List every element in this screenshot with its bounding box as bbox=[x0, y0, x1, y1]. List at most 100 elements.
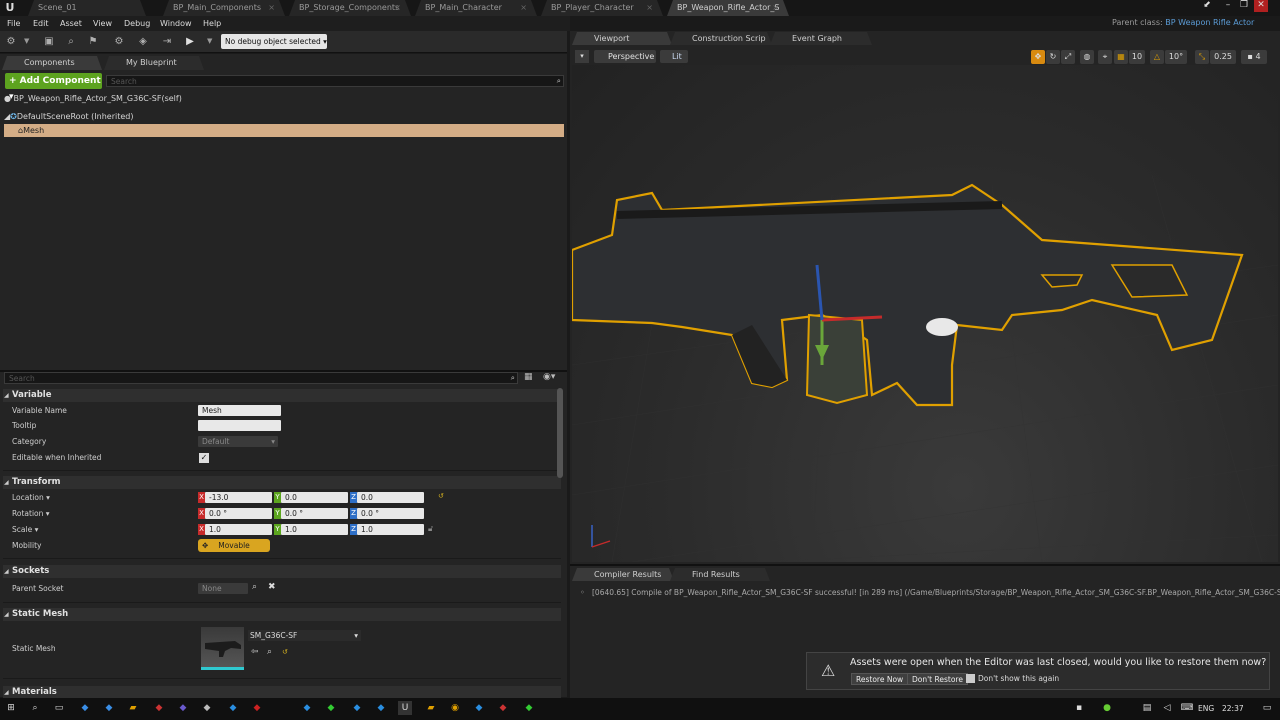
app-icon[interactable]: ◆ bbox=[374, 701, 388, 715]
location-x-input[interactable]: -13.0 bbox=[205, 492, 272, 503]
rotation-snap-value[interactable]: 10° bbox=[1165, 50, 1187, 64]
restore-now-button[interactable]: Restore Now bbox=[851, 673, 909, 685]
tray-icon[interactable]: ▪ bbox=[1072, 701, 1086, 715]
step-icon[interactable]: ⇥ bbox=[160, 35, 174, 49]
lit-button[interactable]: Lit bbox=[660, 50, 688, 63]
tab-weapon-rifle-actor[interactable]: BP_Weapon_Rifle_Actor_S × bbox=[667, 0, 789, 16]
close-window-icon[interactable]: ✕ bbox=[1254, 0, 1268, 12]
language-indicator[interactable]: ENG bbox=[1198, 698, 1214, 720]
app-icon[interactable]: ◆ bbox=[176, 701, 190, 715]
component-root-row[interactable]: ◢✪DefaultSceneRoot (Inherited) bbox=[4, 110, 564, 123]
tab-compiler-results[interactable]: Compiler Results bbox=[572, 568, 674, 581]
static-mesh-thumbnail[interactable] bbox=[201, 627, 244, 670]
keyboard-icon[interactable]: ⌨ bbox=[1180, 701, 1194, 715]
world-local-icon[interactable]: ◍ bbox=[1080, 50, 1094, 64]
close-icon[interactable]: × bbox=[646, 0, 653, 15]
tab-event-graph[interactable]: Event Graph bbox=[770, 32, 872, 45]
app-icon[interactable]: ◆ bbox=[102, 701, 116, 715]
scale-y-input[interactable]: 1.0 bbox=[281, 524, 348, 535]
translate-icon[interactable]: ✥ bbox=[1031, 50, 1045, 64]
volume-icon[interactable]: ◁ bbox=[1160, 701, 1174, 715]
app-icon[interactable]: ◆ bbox=[152, 701, 166, 715]
use-selected-icon[interactable]: ⇦ bbox=[251, 647, 259, 657]
scale-icon[interactable]: ⤢ bbox=[1061, 50, 1075, 64]
network-icon[interactable]: ▤ bbox=[1140, 701, 1154, 715]
close-icon[interactable]: × bbox=[394, 0, 401, 15]
eye-icon[interactable]: ◉▾ bbox=[543, 372, 563, 384]
app-icon[interactable]: ◆ bbox=[522, 701, 536, 715]
component-self-row[interactable]: ● BP_Weapon_Rifle_Actor_SM_G36C-SF(self) bbox=[4, 92, 564, 105]
parent-class-link[interactable]: BP Weapon Rifle Actor bbox=[1165, 18, 1254, 27]
location-z-input[interactable]: 0.0 bbox=[357, 492, 424, 503]
clear-icon[interactable]: ✖ bbox=[268, 582, 276, 592]
search-icon[interactable]: ⌕ bbox=[252, 582, 257, 592]
lock-icon[interactable]: 🔓︎ bbox=[428, 524, 433, 534]
perspective-button[interactable]: Perspective bbox=[594, 50, 656, 63]
editable-inherited-checkbox[interactable]: ✓ bbox=[199, 453, 209, 463]
close-icon[interactable]: × bbox=[520, 0, 527, 15]
surface-snap-icon[interactable]: ⌖ bbox=[1098, 50, 1112, 64]
rotation-y-input[interactable]: 0.0 ° bbox=[281, 508, 348, 519]
add-component-button[interactable]: + Add Component ▾ bbox=[5, 73, 102, 102]
simulate-icon[interactable]: ◈ bbox=[136, 35, 150, 49]
section-variable[interactable]: Variable bbox=[3, 389, 561, 402]
close-icon[interactable]: × bbox=[772, 0, 779, 15]
rotation-z-input[interactable]: 0.0 ° bbox=[357, 508, 424, 519]
reset-icon[interactable]: ↺ bbox=[282, 648, 288, 656]
app-icon[interactable]: ◆ bbox=[226, 701, 240, 715]
scale-z-input[interactable]: 1.0 bbox=[357, 524, 424, 535]
scale-label[interactable]: Scale ▾ bbox=[12, 524, 38, 536]
tray-icon[interactable]: ● bbox=[1100, 701, 1114, 715]
section-transform[interactable]: Transform bbox=[3, 476, 561, 489]
unreal-engine-icon[interactable]: U bbox=[398, 701, 412, 715]
close-icon[interactable]: × bbox=[268, 0, 275, 15]
reset-icon[interactable]: ↺ bbox=[438, 492, 444, 500]
menu-edit[interactable]: Edit bbox=[33, 16, 49, 31]
tab-scene[interactable]: Scene_01 bbox=[28, 0, 146, 16]
notifications-icon[interactable]: ▭ bbox=[1260, 701, 1274, 715]
folder-icon[interactable]: ▰ bbox=[424, 701, 438, 715]
parent-socket-input[interactable]: None bbox=[198, 583, 248, 594]
tab-components[interactable]: Components bbox=[2, 56, 102, 70]
tab-construction-script[interactable]: Construction Scrip bbox=[670, 32, 772, 45]
debug-object-select[interactable]: No debug object selected ▾ bbox=[221, 34, 327, 49]
find-icon[interactable]: ⌕ bbox=[64, 35, 78, 49]
browse-icon[interactable]: ⌕ bbox=[267, 647, 272, 657]
grid-view-icon[interactable]: ▦ bbox=[524, 372, 538, 384]
component-search-input[interactable]: Search ⌕ bbox=[106, 75, 564, 87]
rotation-x-input[interactable]: 0.0 ° bbox=[205, 508, 272, 519]
menu-asset[interactable]: Asset bbox=[60, 16, 82, 31]
section-sockets[interactable]: Sockets bbox=[3, 565, 561, 578]
menu-debug[interactable]: Debug bbox=[124, 16, 150, 31]
minimize-icon[interactable]: – bbox=[1221, 0, 1235, 12]
task-view-icon[interactable]: ▭ bbox=[52, 701, 66, 715]
tab-storage-components[interactable]: BP_Storage_Components × bbox=[289, 0, 411, 16]
folder-icon[interactable]: ▰ bbox=[126, 701, 140, 715]
windows-start-icon[interactable]: ⊞ bbox=[4, 701, 18, 715]
grid-snap-value[interactable]: 10 bbox=[1129, 50, 1145, 64]
scale-snap-value[interactable]: 0.25 bbox=[1210, 50, 1236, 64]
chevron-down-icon[interactable]: ▼ bbox=[24, 37, 29, 45]
category-select[interactable]: Default ▾ bbox=[198, 436, 278, 447]
camera-speed-button[interactable]: ▪ 4 bbox=[1241, 50, 1267, 64]
tab-find-results[interactable]: Find Results bbox=[670, 568, 770, 581]
static-mesh-select[interactable]: SM_G36C-SF ▾ bbox=[248, 630, 361, 641]
chevron-down-icon[interactable]: ▼ bbox=[207, 37, 212, 45]
tab-main-character[interactable]: BP_Main_Character × bbox=[415, 0, 537, 16]
viewport-3d[interactable] bbox=[572, 65, 1278, 562]
app-icon[interactable]: ◆ bbox=[200, 701, 214, 715]
app-icon[interactable]: ◆ bbox=[250, 701, 264, 715]
save-icon[interactable]: ▣ bbox=[42, 35, 56, 49]
grid-snap-icon[interactable]: ▦ bbox=[1114, 50, 1128, 64]
app-icon[interactable]: ◆ bbox=[496, 701, 510, 715]
app-icon[interactable]: ◆ bbox=[350, 701, 364, 715]
dont-show-checkbox[interactable] bbox=[966, 674, 975, 683]
dont-restore-button[interactable]: Don't Restore bbox=[907, 673, 968, 685]
app-icon[interactable]: ◆ bbox=[472, 701, 486, 715]
play-icon[interactable]: ▶ bbox=[183, 35, 197, 49]
scale-snap-icon[interactable]: ⤡ bbox=[1195, 50, 1209, 64]
search-icon[interactable]: ⌕ bbox=[28, 701, 42, 715]
clock[interactable]: 22:37 bbox=[1222, 698, 1244, 720]
app-icon[interactable]: ◆ bbox=[300, 701, 314, 715]
mobility-movable-button[interactable]: ✥ Movable bbox=[198, 539, 270, 552]
